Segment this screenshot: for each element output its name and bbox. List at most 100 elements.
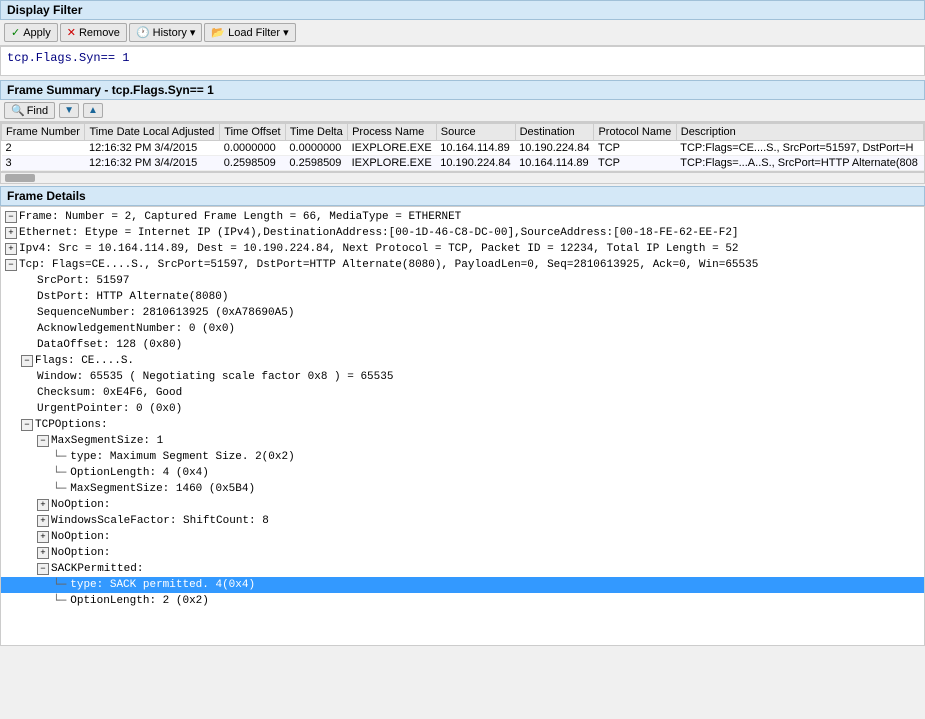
detail-line[interactable]: −SACKPermitted:: [1, 561, 924, 577]
detail-text: DataOffset: 128 (0x80): [37, 337, 182, 353]
detail-line[interactable]: +WindowsScaleFactor: ShiftCount: 8: [1, 513, 924, 529]
detail-line[interactable]: UrgentPointer: 0 (0x0): [1, 401, 924, 417]
table-cell: IEXPLORE.EXE: [348, 141, 437, 156]
detail-line[interactable]: DstPort: HTTP Alternate(8080): [1, 289, 924, 305]
display-filter-header: Display Filter: [0, 0, 925, 20]
col-time-offset: Time Offset: [220, 124, 286, 141]
detail-line[interactable]: SrcPort: 51597: [1, 273, 924, 289]
table-cell: IEXPLORE.EXE: [348, 156, 437, 171]
detail-text: SequenceNumber: 2810613925 (0xA78690A5): [37, 305, 294, 321]
detail-line[interactable]: SequenceNumber: 2810613925 (0xA78690A5): [1, 305, 924, 321]
expand-icon[interactable]: +: [37, 547, 49, 559]
detail-text: type: SACK permitted. 4(0x4): [70, 577, 255, 593]
frame-summary-title: Frame Summary - tcp.Flags.Syn== 1: [7, 83, 214, 97]
detail-line[interactable]: └─OptionLength: 4 (0x4): [1, 465, 924, 481]
detail-line[interactable]: └─MaxSegmentSize: 1460 (0x5B4): [1, 481, 924, 497]
frame-details-header: Frame Details: [0, 186, 925, 206]
table-header-row: Frame Number Time Date Local Adjusted Ti…: [2, 124, 924, 141]
table-cell: 10.164.114.89: [515, 156, 594, 171]
detail-line[interactable]: AcknowledgementNumber: 0 (0x0): [1, 321, 924, 337]
filter-value-text: tcp.Flags.Syn== 1: [7, 51, 129, 65]
find-icon: 🔍: [11, 104, 25, 117]
table-cell: 0.0000000: [285, 141, 347, 156]
detail-line[interactable]: +Ethernet: Etype = Internet IP (IPv4),De…: [1, 225, 924, 241]
find-button[interactable]: 🔍 Find: [4, 102, 55, 119]
packet-table: Frame Number Time Date Local Adjusted Ti…: [1, 123, 924, 171]
arrow-down-button[interactable]: ▼: [59, 103, 79, 118]
detail-text: Tcp: Flags=CE....S., SrcPort=51597, DstP…: [19, 257, 758, 273]
expand-icon[interactable]: −: [37, 563, 49, 575]
table-cell: 0.2598509: [285, 156, 347, 171]
history-label: History: [153, 27, 187, 39]
col-process-name: Process Name: [348, 124, 437, 141]
detail-line[interactable]: DataOffset: 128 (0x80): [1, 337, 924, 353]
expand-icon[interactable]: +: [37, 531, 49, 543]
expand-icon[interactable]: −: [5, 259, 17, 271]
apply-button[interactable]: ✓ Apply: [4, 23, 58, 42]
expand-icon[interactable]: +: [5, 227, 17, 239]
expand-icon[interactable]: +: [5, 243, 17, 255]
detail-text: AcknowledgementNumber: 0 (0x0): [37, 321, 235, 337]
display-filter-toolbar: ✓ Apply ✕ Remove 🕐 History ▾ 📂 Load Filt…: [0, 20, 925, 46]
detail-line[interactable]: −Frame: Number = 2, Captured Frame Lengt…: [1, 209, 924, 225]
expand-icon[interactable]: −: [21, 355, 33, 367]
load-filter-icon: 📂: [211, 26, 225, 39]
detail-text: OptionLength: 4 (0x4): [70, 465, 209, 481]
detail-line[interactable]: Checksum: 0xE4F6, Good: [1, 385, 924, 401]
frame-details-area: −Frame: Number = 2, Captured Frame Lengt…: [0, 206, 925, 646]
expand-icon[interactable]: −: [37, 435, 49, 447]
table-row[interactable]: 212:16:32 PM 3/4/20150.00000000.0000000I…: [2, 141, 924, 156]
packet-table-container: Frame Number Time Date Local Adjusted Ti…: [0, 122, 925, 172]
load-filter-button[interactable]: 📂 Load Filter ▾: [204, 23, 295, 42]
bullet-icon: └─: [53, 481, 66, 497]
detail-text: NoOption:: [51, 545, 110, 561]
col-time-delta: Time Delta: [285, 124, 347, 141]
detail-line[interactable]: └─OptionLength: 2 (0x2): [1, 593, 924, 609]
filter-input-display: tcp.Flags.Syn== 1: [0, 46, 925, 76]
history-button[interactable]: 🕐 History ▾: [129, 23, 202, 42]
detail-text: DstPort: HTTP Alternate(8080): [37, 289, 228, 305]
bullet-icon: └─: [53, 577, 66, 593]
detail-text: NoOption:: [51, 497, 110, 513]
display-filter-section: Display Filter ✓ Apply ✕ Remove 🕐 Histor…: [0, 0, 925, 76]
detail-text: SACKPermitted:: [51, 561, 143, 577]
detail-line[interactable]: +NoOption:: [1, 545, 924, 561]
table-cell: 12:16:32 PM 3/4/2015: [85, 156, 220, 171]
load-filter-label: Load Filter: [228, 27, 280, 39]
remove-label: Remove: [79, 27, 120, 39]
detail-line[interactable]: +NoOption:: [1, 497, 924, 513]
detail-line[interactable]: +Ipv4: Src = 10.164.114.89, Dest = 10.19…: [1, 241, 924, 257]
table-cell: 10.164.114.89: [436, 141, 515, 156]
frame-summary-section: Frame Summary - tcp.Flags.Syn== 1 🔍 Find…: [0, 80, 925, 184]
table-cell: TCP:Flags=CE....S., SrcPort=51597, DstPo…: [676, 141, 923, 156]
detail-line[interactable]: −Flags: CE....S.: [1, 353, 924, 369]
remove-button[interactable]: ✕ Remove: [60, 23, 127, 42]
table-cell: 0.0000000: [220, 141, 286, 156]
frame-summary-header: Frame Summary - tcp.Flags.Syn== 1: [0, 80, 925, 100]
col-destination: Destination: [515, 124, 594, 141]
table-cell: 10.190.224.84: [436, 156, 515, 171]
detail-line[interactable]: −Tcp: Flags=CE....S., SrcPort=51597, Dst…: [1, 257, 924, 273]
bullet-icon: └─: [53, 449, 66, 465]
detail-line[interactable]: −MaxSegmentSize: 1: [1, 433, 924, 449]
expand-icon[interactable]: +: [37, 499, 49, 511]
arrow-up-button[interactable]: ▲: [83, 103, 103, 118]
table-cell: TCP: [594, 156, 676, 171]
expand-icon[interactable]: −: [21, 419, 33, 431]
detail-line[interactable]: +NoOption:: [1, 529, 924, 545]
detail-line[interactable]: Window: 65535 ( Negotiating scale factor…: [1, 369, 924, 385]
history-icon: 🕐: [136, 26, 150, 39]
table-row[interactable]: 312:16:32 PM 3/4/20150.25985090.2598509I…: [2, 156, 924, 171]
detail-line[interactable]: −TCPOptions:: [1, 417, 924, 433]
detail-text: Checksum: 0xE4F6, Good: [37, 385, 182, 401]
remove-icon: ✕: [67, 26, 76, 39]
expand-icon[interactable]: −: [5, 211, 17, 223]
expand-icon[interactable]: +: [37, 515, 49, 527]
horizontal-scrollbar[interactable]: [0, 172, 925, 184]
detail-text: Ethernet: Etype = Internet IP (IPv4),Des…: [19, 225, 739, 241]
detail-line[interactable]: └─type: SACK permitted. 4(0x4): [1, 577, 924, 593]
frame-details-title: Frame Details: [7, 189, 86, 203]
detail-line[interactable]: └─type: Maximum Segment Size. 2(0x2): [1, 449, 924, 465]
detail-text: Ipv4: Src = 10.164.114.89, Dest = 10.190…: [19, 241, 739, 257]
bullet-icon: └─: [53, 593, 66, 609]
